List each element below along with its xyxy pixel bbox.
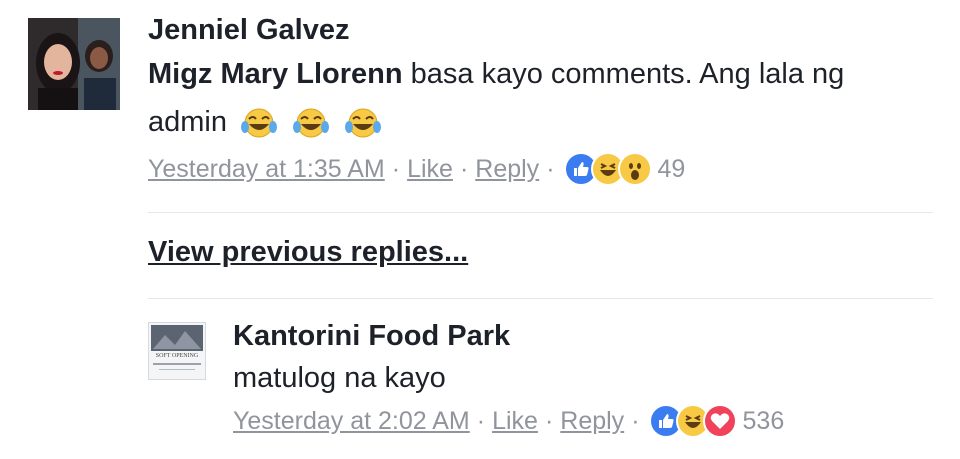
reactions-summary[interactable] bbox=[648, 404, 737, 438]
view-previous-replies-link[interactable]: View previous replies... bbox=[148, 236, 468, 269]
emoji-group bbox=[235, 106, 383, 138]
mention-link[interactable]: Migz Mary Llorenn bbox=[148, 58, 403, 90]
reply-meta: Yesterday at 2:02 AM · Like · Reply · 53… bbox=[233, 404, 784, 438]
timestamp-link[interactable]: Yesterday at 1:35 AM bbox=[148, 155, 385, 184]
profile-photo bbox=[28, 18, 120, 110]
divider bbox=[148, 212, 933, 213]
reply-author[interactable]: Kantorini Food Park bbox=[233, 320, 510, 353]
separator: · bbox=[544, 406, 554, 435]
reaction-count[interactable]: 536 bbox=[743, 407, 785, 436]
comment-text: Migz Mary Llorenn basa kayo comments. An… bbox=[148, 50, 928, 146]
tears-of-joy-icon bbox=[345, 108, 382, 138]
page-logo bbox=[149, 323, 205, 379]
like-button[interactable]: Like bbox=[492, 407, 538, 436]
reactions-summary[interactable] bbox=[563, 152, 652, 186]
comment-author[interactable]: Jenniel Galvez bbox=[148, 14, 350, 47]
reply-button[interactable]: Reply bbox=[475, 155, 539, 184]
separator: · bbox=[546, 154, 555, 183]
logo-caption: SOFT OPENING bbox=[155, 353, 199, 359]
separator: · bbox=[476, 406, 486, 435]
like-button[interactable]: Like bbox=[407, 155, 453, 184]
timestamp-link[interactable]: Yesterday at 2:02 AM bbox=[233, 407, 470, 436]
avatar[interactable] bbox=[28, 18, 120, 110]
reaction-count[interactable]: 49 bbox=[658, 155, 686, 184]
tears-of-joy-icon bbox=[241, 108, 278, 138]
tears-of-joy-icon bbox=[293, 108, 330, 138]
reply-text: matulog na kayo bbox=[233, 362, 446, 394]
divider bbox=[148, 298, 933, 299]
wow-icon bbox=[617, 152, 652, 186]
separator: · bbox=[459, 154, 469, 183]
love-icon bbox=[702, 404, 737, 438]
separator: · bbox=[391, 154, 401, 183]
avatar[interactable]: SOFT OPENING bbox=[148, 322, 206, 380]
separator: · bbox=[631, 406, 640, 435]
comment-meta: Yesterday at 1:35 AM · Like · Reply · 49 bbox=[148, 152, 685, 186]
reply-button[interactable]: Reply bbox=[560, 407, 624, 436]
